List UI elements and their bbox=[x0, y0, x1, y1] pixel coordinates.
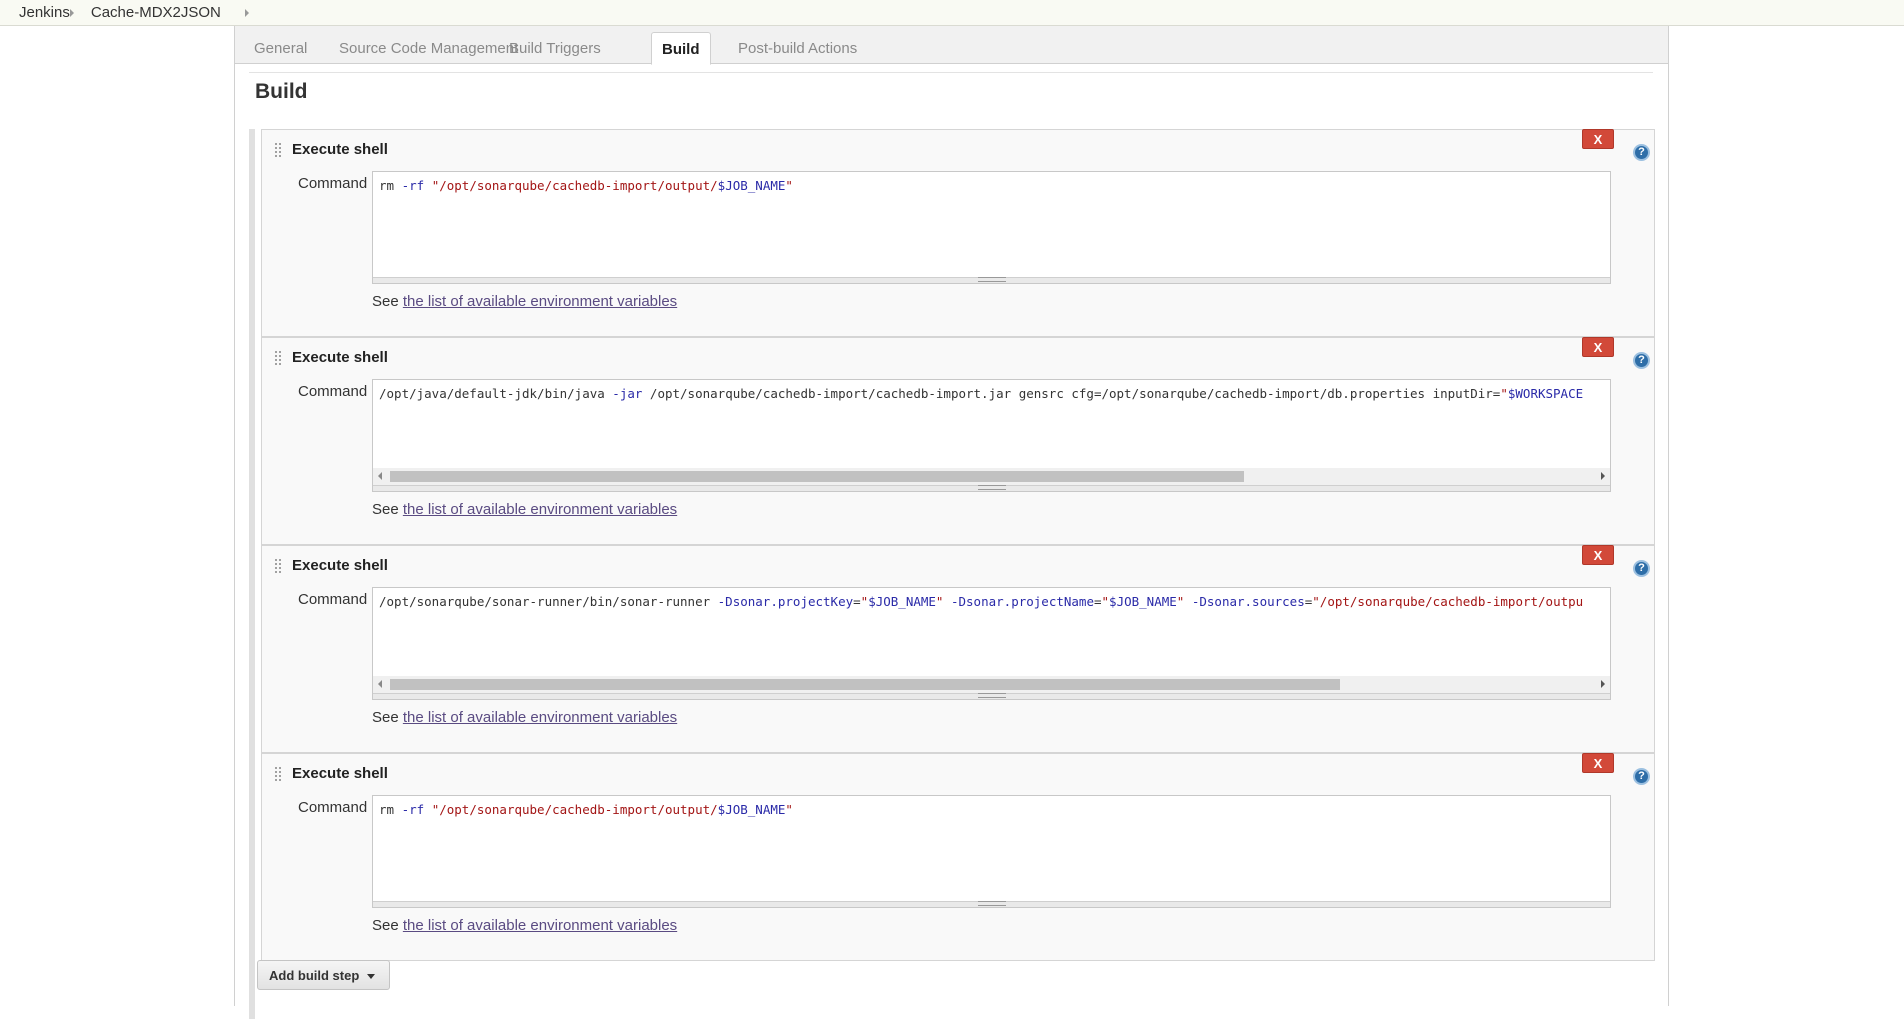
scrollbar-thumb[interactable] bbox=[390, 679, 1340, 690]
horizontal-scrollbar[interactable] bbox=[373, 468, 1610, 485]
scroll-right-icon[interactable] bbox=[1601, 680, 1605, 688]
command-textarea[interactable]: /opt/sonarqube/sonar-runner/bin/sonar-ru… bbox=[372, 587, 1611, 700]
command-textarea[interactable]: rm -rf "/opt/sonarqube/cachedb-import/ou… bbox=[372, 795, 1611, 908]
env-vars-link[interactable]: the list of available environment variab… bbox=[403, 293, 677, 310]
command-text: /opt/java/default-jdk/bin/java -jar /opt… bbox=[379, 386, 1584, 401]
add-build-step-button[interactable]: Add build step bbox=[257, 960, 391, 990]
breadcrumb-jenkins-link[interactable]: Jenkins bbox=[19, 4, 70, 21]
build-steps-container: Execute shell X ? Command rm -rf "/opt/s… bbox=[249, 129, 1665, 1019]
drag-handle-icon[interactable] bbox=[274, 558, 282, 574]
chevron-right-icon[interactable] bbox=[244, 8, 249, 17]
step-title: Execute shell bbox=[292, 141, 388, 158]
env-vars-hint: See the list of available environment va… bbox=[372, 709, 677, 726]
delete-step-button[interactable]: X bbox=[1582, 337, 1614, 357]
help-icon[interactable]: ? bbox=[1633, 144, 1650, 161]
textarea-resize-handle[interactable] bbox=[373, 277, 1610, 283]
tab-general[interactable]: General bbox=[244, 32, 317, 64]
textarea-resize-handle[interactable] bbox=[373, 693, 1610, 699]
scroll-left-icon[interactable] bbox=[378, 472, 382, 480]
textarea-resize-handle[interactable] bbox=[373, 485, 1610, 491]
env-vars-link[interactable]: the list of available environment variab… bbox=[403, 501, 677, 518]
command-label: Command bbox=[298, 383, 368, 400]
step-title: Execute shell bbox=[292, 349, 388, 366]
tab-post-build-actions[interactable]: Post-build Actions bbox=[728, 32, 867, 64]
build-step: Execute shell X ? Command /opt/java/defa… bbox=[261, 337, 1655, 545]
command-label: Command bbox=[298, 175, 368, 192]
build-step: Execute shell X ? Command rm -rf "/opt/s… bbox=[261, 753, 1655, 961]
resize-grip-icon[interactable] bbox=[977, 277, 1006, 282]
add-build-step-label: Add build step bbox=[269, 968, 360, 983]
chevron-right-icon[interactable] bbox=[69, 8, 74, 17]
env-vars-hint: See the list of available environment va… bbox=[372, 501, 677, 518]
breadcrumb-job-link[interactable]: Cache-MDX2JSON bbox=[91, 4, 221, 21]
resize-grip-icon[interactable] bbox=[977, 693, 1006, 698]
config-tab-bar: General Source Code Management Build Tri… bbox=[235, 26, 1668, 65]
drag-handle-icon[interactable] bbox=[274, 350, 282, 366]
env-vars-prefix: See bbox=[372, 501, 403, 518]
delete-step-button[interactable]: X bbox=[1582, 545, 1614, 565]
scroll-right-icon[interactable] bbox=[1601, 472, 1605, 480]
scroll-left-icon[interactable] bbox=[378, 680, 382, 688]
drag-handle-icon[interactable] bbox=[274, 766, 282, 782]
env-vars-hint: See the list of available environment va… bbox=[372, 293, 677, 310]
config-panel: General Source Code Management Build Tri… bbox=[234, 26, 1669, 1019]
env-vars-prefix: See bbox=[372, 293, 403, 310]
command-label: Command bbox=[298, 591, 368, 608]
command-text: rm -rf "/opt/sonarqube/cachedb-import/ou… bbox=[379, 178, 793, 193]
tab-build-triggers[interactable]: Build Triggers bbox=[499, 32, 611, 64]
build-step: Execute shell X ? Command /opt/sonarqube… bbox=[261, 545, 1655, 753]
section-divider bbox=[249, 72, 1653, 73]
env-vars-link[interactable]: the list of available environment variab… bbox=[403, 709, 677, 726]
command-label: Command bbox=[298, 799, 368, 816]
command-text: rm -rf "/opt/sonarqube/cachedb-import/ou… bbox=[379, 802, 793, 817]
breadcrumb: Jenkins Cache-MDX2JSON bbox=[0, 0, 1904, 26]
build-step: Execute shell X ? Command rm -rf "/opt/s… bbox=[261, 129, 1655, 337]
horizontal-scrollbar[interactable] bbox=[373, 676, 1610, 693]
drag-handle-icon[interactable] bbox=[274, 142, 282, 158]
help-icon[interactable]: ? bbox=[1633, 560, 1650, 577]
env-vars-prefix: See bbox=[372, 917, 403, 934]
command-textarea[interactable]: /opt/java/default-jdk/bin/java -jar /opt… bbox=[372, 379, 1611, 492]
delete-step-button[interactable]: X bbox=[1582, 129, 1614, 149]
step-title: Execute shell bbox=[292, 557, 388, 574]
resize-grip-icon[interactable] bbox=[977, 485, 1006, 490]
tab-build[interactable]: Build bbox=[651, 32, 711, 65]
step-title: Execute shell bbox=[292, 765, 388, 782]
help-icon[interactable]: ? bbox=[1633, 352, 1650, 369]
scrollbar-thumb[interactable] bbox=[390, 471, 1244, 482]
section-title: Build bbox=[255, 80, 308, 103]
command-text: /opt/sonarqube/sonar-runner/bin/sonar-ru… bbox=[379, 594, 1584, 609]
resize-grip-icon[interactable] bbox=[977, 901, 1006, 906]
help-icon[interactable]: ? bbox=[1633, 768, 1650, 785]
delete-step-button[interactable]: X bbox=[1582, 753, 1614, 773]
env-vars-hint: See the list of available environment va… bbox=[372, 917, 677, 934]
env-vars-prefix: See bbox=[372, 709, 403, 726]
env-vars-link[interactable]: the list of available environment variab… bbox=[403, 917, 677, 934]
command-textarea[interactable]: rm -rf "/opt/sonarqube/cachedb-import/ou… bbox=[372, 171, 1611, 284]
textarea-resize-handle[interactable] bbox=[373, 901, 1610, 907]
caret-down-icon bbox=[367, 974, 376, 980]
